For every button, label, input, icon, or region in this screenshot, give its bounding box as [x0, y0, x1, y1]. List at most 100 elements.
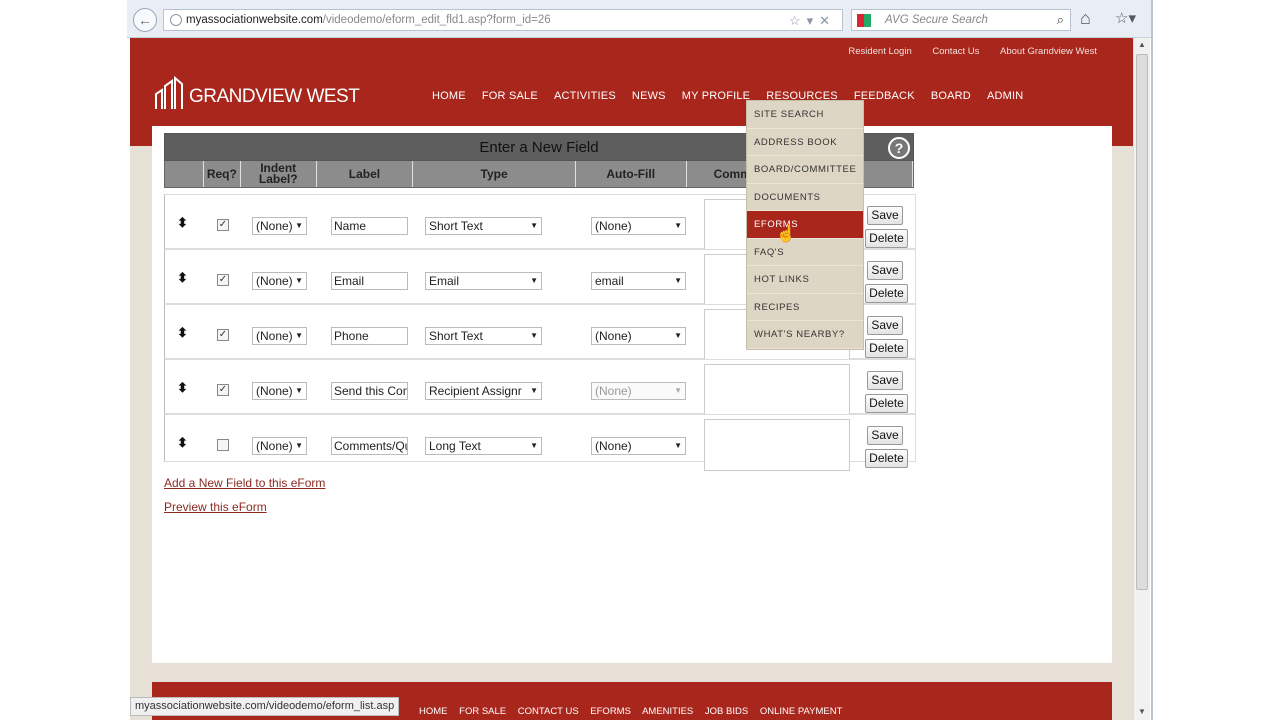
menu-item-eforms[interactable]: EFORMS — [747, 211, 863, 239]
web-page: Resident Login Contact Us About Grandvie… — [130, 38, 1133, 720]
preview-eform-link[interactable]: Preview this eForm — [164, 500, 267, 514]
type-select[interactable]: Recipient Assignr ▼ — [425, 382, 542, 400]
label-input[interactable]: Email — [331, 272, 408, 290]
footer-job-bids[interactable]: JOB BIDS — [705, 706, 748, 717]
menu-item-hot-links[interactable]: HOT LINKS — [747, 266, 863, 294]
content-panel: Enter a New Field ? Req? Indent Label? L… — [152, 126, 1112, 663]
required-checkbox[interactable]: ✓ — [217, 274, 229, 286]
indent-select[interactable]: (None) ▼ — [252, 272, 307, 290]
browser-toolbar: ← myassociationwebsite.com/videodemo/efo… — [127, 0, 1154, 38]
required-checkbox[interactable]: ✓ — [217, 219, 229, 231]
help-icon[interactable]: ? — [888, 137, 910, 159]
type-select[interactable]: Long Text ▼ — [425, 437, 542, 455]
avg-logo-icon — [857, 14, 871, 27]
search-icon[interactable]: ⌕ — [1057, 12, 1064, 28]
required-checkbox[interactable]: ✓ — [217, 384, 229, 396]
save-button[interactable]: Save — [867, 426, 903, 445]
type-select[interactable]: Short Text ▼ — [425, 217, 542, 235]
search-placeholder: AVG Secure Search — [885, 14, 988, 26]
delete-button[interactable]: Delete — [865, 339, 908, 358]
home-icon[interactable]: ⌂ — [1080, 8, 1091, 29]
required-checkbox[interactable]: ✓ — [217, 329, 229, 341]
save-button[interactable]: Save — [867, 261, 903, 280]
nav-activities[interactable]: ACTIVITIES — [554, 90, 616, 102]
menu-item-documents[interactable]: DOCUMENTS — [747, 184, 863, 211]
save-button[interactable]: Save — [867, 316, 903, 335]
nav-board[interactable]: BOARD — [931, 90, 971, 102]
header-move — [165, 161, 204, 187]
required-checkbox[interactable] — [217, 439, 229, 451]
indent-select[interactable]: (None) ▼ — [252, 327, 307, 345]
header-indent: Indent Label? — [241, 161, 317, 187]
about-link[interactable]: About Grandview West — [1000, 46, 1097, 57]
footer-online-payment[interactable]: ONLINE PAYMENT — [760, 706, 843, 717]
save-button[interactable]: Save — [867, 206, 903, 225]
delete-button[interactable]: Delete — [865, 229, 908, 248]
header-required: Req? — [204, 161, 241, 187]
autofill-select[interactable]: email ▼ — [591, 272, 686, 290]
resident-login-link[interactable]: Resident Login — [848, 46, 911, 57]
contact-us-link[interactable]: Contact Us — [932, 46, 979, 57]
main-nav: HOME FOR SALE ACTIVITIES NEWS MY PROFILE… — [432, 90, 1036, 102]
nav-admin[interactable]: ADMIN — [987, 90, 1023, 102]
url-text: myassociationwebsite.com/videodemo/eform… — [186, 14, 551, 26]
indent-select[interactable]: (None) ▼ — [252, 437, 307, 455]
table-title-text: Enter a New Field — [479, 139, 599, 156]
table-row: ⬍ (None) ▼ Comments/Qu Long Text ▼ (None) ▼… — [164, 414, 916, 471]
nav-my-profile[interactable]: MY PROFILE — [682, 90, 750, 102]
add-field-link[interactable]: Add a New Field to this eForm — [164, 476, 325, 490]
delete-button[interactable]: Delete — [865, 449, 908, 468]
menu-item-whats-nearby[interactable]: WHAT'S NEARBY? — [747, 321, 863, 349]
drag-handle-icon[interactable]: ⬍ — [177, 435, 188, 451]
scroll-thumb[interactable] — [1136, 54, 1148, 590]
nav-home[interactable]: HOME — [432, 90, 466, 102]
header-type: Type — [413, 161, 576, 187]
footer-nav: HOME FOR SALE CONTACT US EFORMS AMENITIE… — [419, 706, 851, 717]
label-input[interactable]: Name — [331, 217, 408, 235]
drag-handle-icon[interactable]: ⬍ — [177, 215, 188, 231]
indent-select[interactable]: (None) ▼ — [252, 382, 307, 400]
favorites-icon[interactable]: ☆▾ — [1115, 9, 1136, 27]
menu-item-site-search[interactable]: SITE SEARCH — [747, 101, 863, 129]
address-bar[interactable]: myassociationwebsite.com/videodemo/eform… — [163, 9, 843, 31]
autofill-select[interactable]: (None) ▼ — [591, 217, 686, 235]
indent-select[interactable]: (None) ▼ — [252, 217, 307, 235]
autofill-select[interactable]: (None) ▼ — [591, 327, 686, 345]
drag-handle-icon[interactable]: ⬍ — [177, 380, 188, 396]
nav-for-sale[interactable]: FOR SALE — [482, 90, 538, 102]
back-arrow-icon[interactable]: ← — [133, 8, 157, 32]
globe-icon — [170, 14, 182, 26]
label-input[interactable]: Phone — [331, 327, 408, 345]
scroll-down-icon[interactable]: ▼ — [1138, 707, 1146, 716]
comment-textarea[interactable] — [704, 419, 850, 471]
delete-button[interactable]: Delete — [865, 394, 908, 413]
utility-nav: Resident Login Contact Us About Grandvie… — [830, 46, 1097, 57]
building-logo-icon — [155, 76, 183, 109]
logo-text: GRANDVIEW WEST — [189, 86, 360, 107]
autofill-select[interactable]: (None) ▼ — [591, 437, 686, 455]
header-label: Label — [317, 161, 414, 187]
footer-contact-us[interactable]: CONTACT US — [518, 706, 579, 717]
save-button[interactable]: Save — [867, 371, 903, 390]
comment-textarea[interactable] — [704, 364, 850, 416]
vertical-scrollbar[interactable]: ▲ ▼ — [1133, 38, 1150, 720]
drag-handle-icon[interactable]: ⬍ — [177, 325, 188, 341]
menu-item-recipes[interactable]: RECIPES — [747, 294, 863, 321]
footer-amenities[interactable]: AMENITIES — [642, 706, 693, 717]
drag-handle-icon[interactable]: ⬍ — [177, 270, 188, 286]
type-select[interactable]: Email ▼ — [425, 272, 542, 290]
label-input[interactable]: Send this Con — [331, 382, 408, 400]
footer-eforms[interactable]: EFORMS — [590, 706, 631, 717]
search-box[interactable]: AVG Secure Search ⌕ — [851, 9, 1071, 31]
footer-for-sale[interactable]: FOR SALE — [459, 706, 506, 717]
type-select[interactable]: Short Text ▼ — [425, 327, 542, 345]
menu-item-board-committee[interactable]: BOARD/COMMITTEE — [747, 156, 863, 184]
scroll-up-icon[interactable]: ▲ — [1138, 40, 1146, 49]
menu-item-address-book[interactable]: ADDRESS BOOK — [747, 129, 863, 156]
menu-item-faqs[interactable]: FAQ'S — [747, 239, 863, 266]
label-input[interactable]: Comments/Qu — [331, 437, 408, 455]
delete-button[interactable]: Delete — [865, 284, 908, 303]
footer-home[interactable]: HOME — [419, 706, 448, 717]
address-tools-icons[interactable]: ☆▾✕ — [789, 13, 836, 29]
nav-news[interactable]: NEWS — [632, 90, 666, 102]
